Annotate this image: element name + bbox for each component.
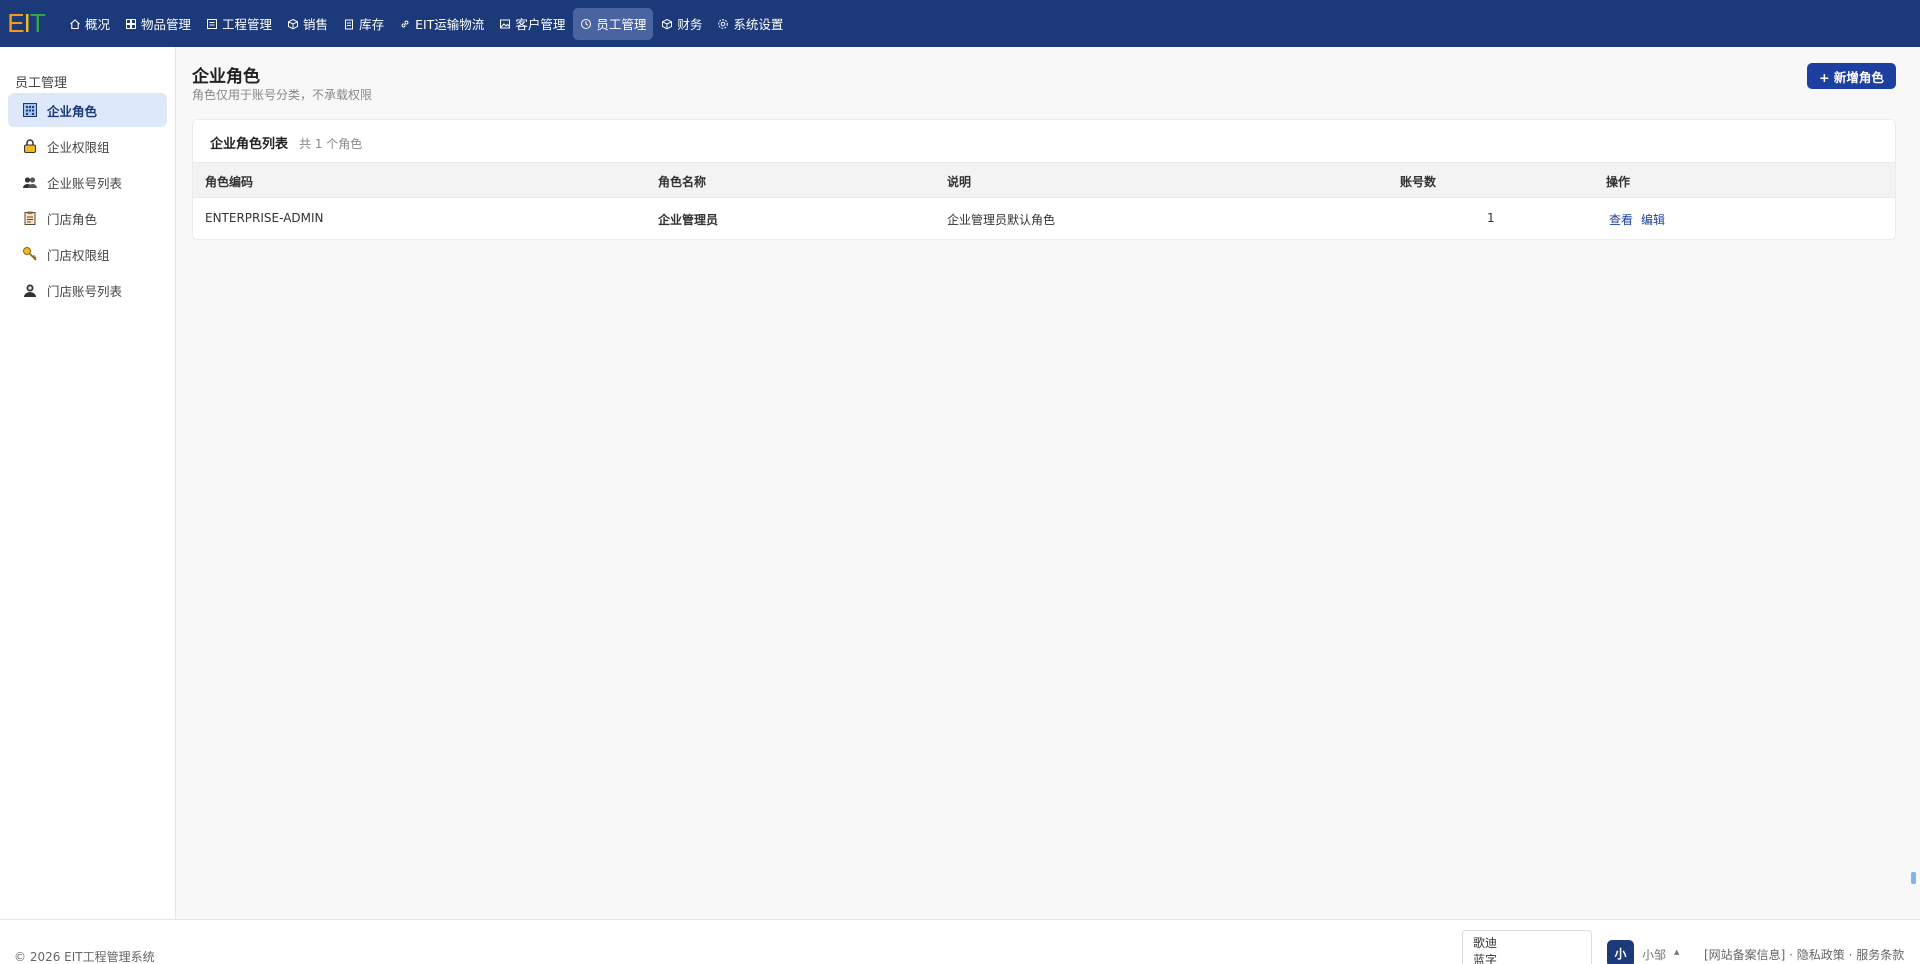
sidebar-item-label: 门店权限组 [47,247,110,263]
nav-projects[interactable]: 工程管理 [199,8,279,40]
sidebar-item-label: 企业角色 [47,103,98,119]
add-role-button[interactable]: + 新增角色 [1807,63,1896,89]
sidebar-item-enterprise-accounts[interactable]: 企业账号列表 [8,165,167,199]
logo-letter-t: T [29,8,46,38]
sidebar-title: 员工管理 [15,76,68,91]
sidebar-item-label: 门店角色 [47,211,98,227]
footer-links[interactable]: [网站备案信息] · 隐私政策 · 服务条款 [1704,946,1904,963]
key-icon [22,246,38,262]
cube-icon [661,18,673,30]
nav-label: 销售 [303,17,329,32]
nav-label: EIT运输物流 [415,17,485,32]
sidebar-item-enterprise-roles[interactable]: 企业角色 [8,93,167,127]
nav-label: 物品管理 [141,17,192,32]
nav-items[interactable]: 物品管理 [118,8,198,40]
home-icon [69,18,81,30]
box-icon [287,18,299,30]
column-header-account-count: 账号数 [1400,175,1437,189]
nav-label: 员工管理 [596,17,647,32]
main-nav: 概况 物品管理 工程管理 销售 库存 EIT运输物流 客户管理 员工管理 财务 … [62,0,791,47]
cell-account-count: 1 [1487,211,1495,225]
avatar[interactable]: 小 [1607,940,1634,964]
column-header-description: 说明 [947,175,972,189]
cell-actions: 查看 编辑 [1609,211,1673,228]
sidebar-item-store-accounts[interactable]: 门店账号列表 [8,273,167,307]
cell-role-name: 企业管理员 [658,213,719,227]
sidebar-item-label: 企业账号列表 [47,175,123,191]
users-icon [22,174,38,190]
card-header: 企业角色列表 共 1 个角色 [210,133,362,152]
nav-customers[interactable]: 客户管理 [492,8,572,40]
role-count: 共 1 个角色 [299,137,363,151]
nav-label: 库存 [359,17,385,32]
page-title: 企业角色 [192,67,260,87]
table-row: ENTERPRISE-ADMIN 企业管理员 企业管理员默认角色 1 查看 编辑 [193,198,1895,239]
nav-label: 客户管理 [515,17,566,32]
nav-label: 概况 [85,17,111,32]
footer-popup-line: 蓝字 [1473,953,1498,964]
link-icon [399,18,411,30]
copyright-text: © 2026 EIT工程管理系统 [14,950,155,964]
caret-up-icon[interactable]: ▲ [1674,948,1679,956]
board-icon [206,18,218,30]
nav-staff[interactable]: 员工管理 [573,7,654,40]
nav-overview[interactable]: 概况 [62,8,117,40]
cell-role-description: 企业管理员默认角色 [947,213,1056,227]
card-title: 企业角色列表 [210,137,289,152]
nav-finance[interactable]: 财务 [654,8,709,40]
column-header-actions: 操作 [1606,175,1631,189]
building-icon [22,102,38,118]
edit-link[interactable]: 编辑 [1641,213,1665,227]
clock-icon [580,18,592,30]
sidebar-item-label: 门店账号列表 [47,283,123,299]
column-header-name: 角色名称 [658,175,707,189]
sidebar-item-store-permission-groups[interactable]: 门店权限组 [8,237,167,271]
lock-icon [22,138,38,154]
clipboard-icon [343,18,355,30]
nav-settings[interactable]: 系统设置 [710,8,790,40]
nav-label: 工程管理 [222,17,273,32]
roles-table-card: 企业角色列表 共 1 个角色 角色编码 角色名称 说明 账号数 操作 ENTER… [192,119,1896,240]
footer-popup[interactable]: 歌迪 蓝字 [1462,930,1592,964]
sidebar-item-store-roles[interactable]: 门店角色 [8,201,167,235]
image-icon [499,18,511,30]
nav-label: 财务 [677,17,703,32]
column-header-code: 角色编码 [205,175,254,189]
footer-popup-line: 歌迪 [1473,936,1498,950]
nav-sales[interactable]: 销售 [280,8,335,40]
sidebar: 员工管理 企业角色 企业权限组 企业账号列表 门店角色 门店权限组 门店账号列表 [0,47,176,919]
footer: © 2026 EIT工程管理系统 歌迪 蓝字 小 小邹 ▲ [网站备案信息] ·… [0,919,1920,964]
logo-letter-e: E [7,8,24,38]
sidebar-item-label: 企业权限组 [47,139,110,155]
app-logo[interactable]: EIT [0,0,52,47]
table-header: 角色编码 角色名称 说明 账号数 操作 [193,162,1895,198]
nav-label: 系统设置 [733,17,784,32]
nav-logistics[interactable]: EIT运输物流 [392,8,491,40]
sidebar-item-enterprise-permission-groups[interactable]: 企业权限组 [8,129,167,163]
grid-icon [125,18,137,30]
cell-role-code: ENTERPRISE-ADMIN [205,211,324,225]
user-icon [22,282,38,298]
view-link[interactable]: 查看 [1609,213,1633,227]
top-navbar: EIT 概况 物品管理 工程管理 销售 库存 EIT运输物流 客户管理 员工管理… [0,0,1920,47]
username[interactable]: 小邹 [1642,946,1666,963]
clipboard-icon [22,210,38,226]
page-subtitle: 角色仅用于账号分类，不承载权限 [192,88,373,102]
scrollbar-thumb[interactable] [1911,872,1916,884]
settings-icon [717,18,729,30]
nav-inventory[interactable]: 库存 [336,8,391,40]
